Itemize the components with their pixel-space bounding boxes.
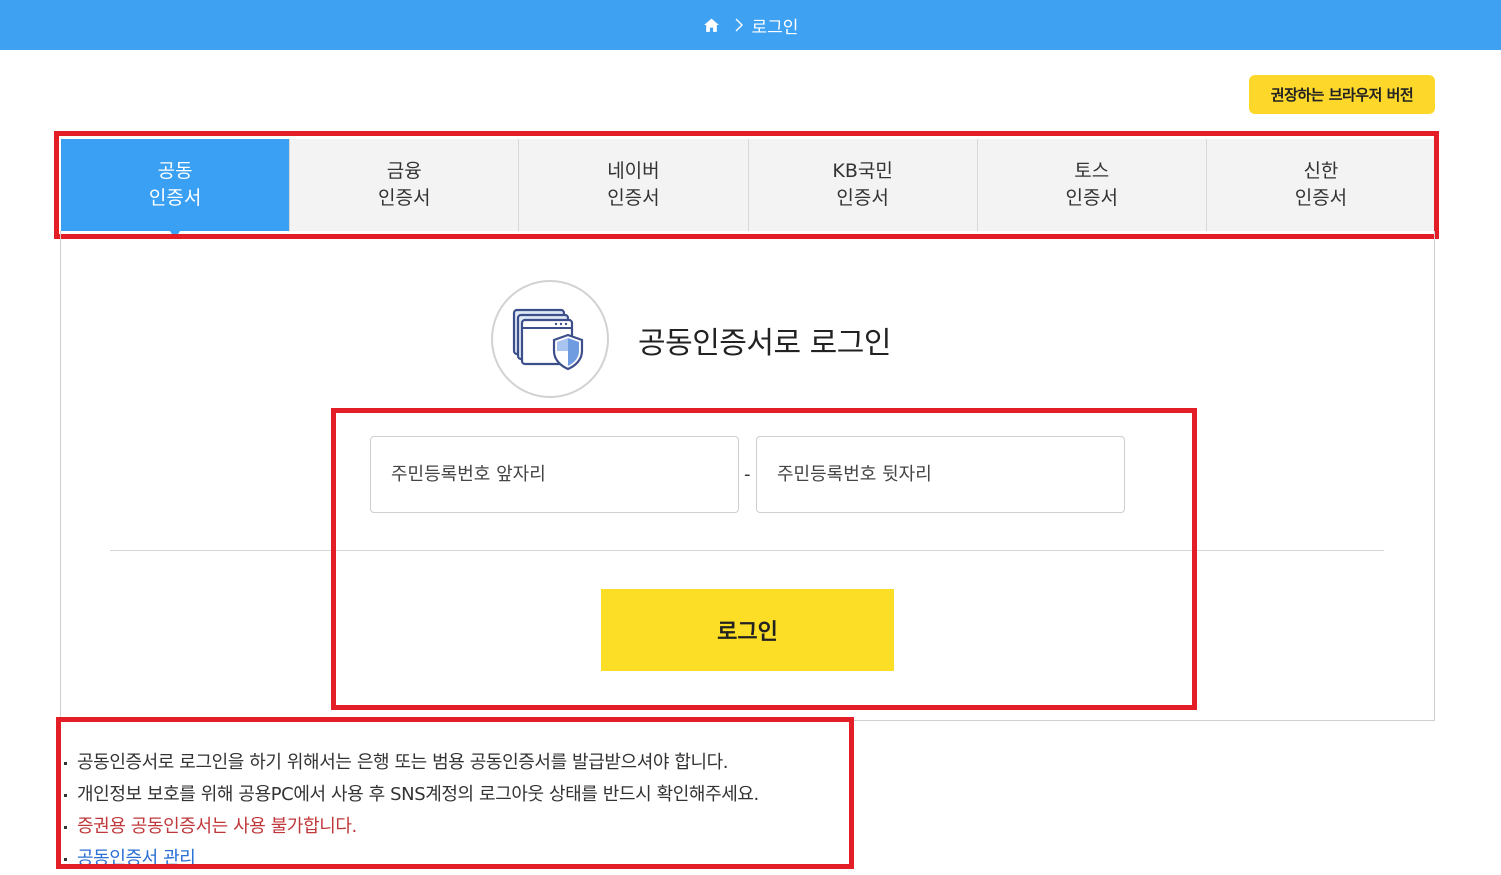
certificate-shield-icon: [512, 308, 584, 371]
certificate-icon-circle: [491, 280, 609, 398]
chevron-right-icon: [735, 18, 743, 32]
top-breadcrumb-bar: 로그인: [0, 0, 1501, 50]
page-title: 공동인증서로 로그인: [638, 326, 891, 361]
tabs-highlight-box: [54, 131, 1439, 239]
breadcrumb-current: 로그인: [751, 17, 799, 38]
recommended-browser-button[interactable]: 권장하는 브라우저 버전: [1249, 75, 1435, 114]
form-highlight-box: [331, 408, 1197, 710]
notes-highlight-box: [56, 717, 854, 869]
home-icon[interactable]: [703, 17, 720, 34]
